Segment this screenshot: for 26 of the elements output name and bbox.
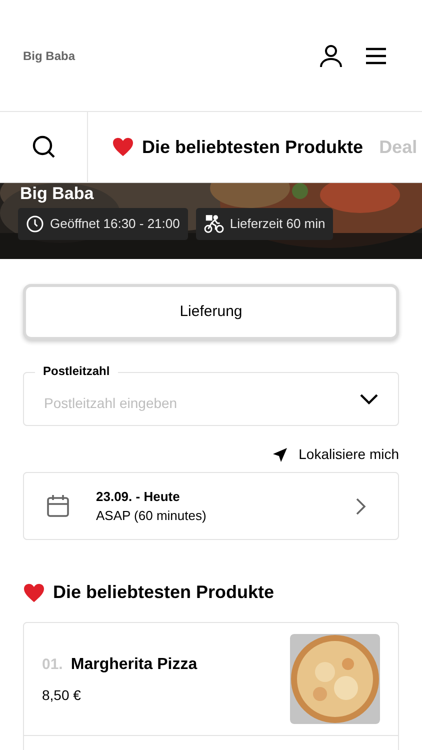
- cyclist-icon: [204, 215, 224, 233]
- chevron-down-icon[interactable]: [360, 394, 378, 404]
- chip-text: Lieferzeit 60 min: [230, 215, 326, 234]
- delivery-mode-button[interactable]: Lieferung: [23, 284, 399, 340]
- menu-icon[interactable]: [365, 46, 387, 64]
- heart-icon: [23, 582, 45, 602]
- user-icon[interactable]: [319, 44, 343, 68]
- product-name: Margherita Pizza: [70, 654, 198, 674]
- schedule-date: 23.09. - Heute: [96, 488, 181, 506]
- schedule-time: ASAP (60 minutes): [96, 507, 208, 525]
- chip-text: Geöffnet 16:30 - 21:00: [50, 215, 180, 234]
- search-icon[interactable]: [32, 135, 56, 159]
- clock-icon: [26, 215, 44, 233]
- calendar-icon: [46, 494, 70, 518]
- brand-name: Big Baba: [23, 48, 76, 64]
- restaurant-title: Big Baba: [19, 184, 95, 204]
- schedule-card[interactable]: 23.09. - Heute ASAP (60 minutes): [23, 472, 399, 540]
- product-price: 8,50 €: [42, 686, 82, 704]
- chevron-right-icon: [356, 498, 366, 514]
- category-tab[interactable]: Die beliebtesten Produkte: [112, 134, 364, 160]
- locate-me-link[interactable]: Lokalisiere mich: [272, 444, 399, 465]
- location-arrow-icon: [272, 448, 287, 462]
- heart-icon: [112, 137, 134, 157]
- postcode-input[interactable]: Postleitzahl eingeben: [44, 384, 360, 414]
- section-title: Die beliebtesten Produkte: [53, 581, 274, 604]
- field-label: Postleitzahl: [35, 364, 118, 378]
